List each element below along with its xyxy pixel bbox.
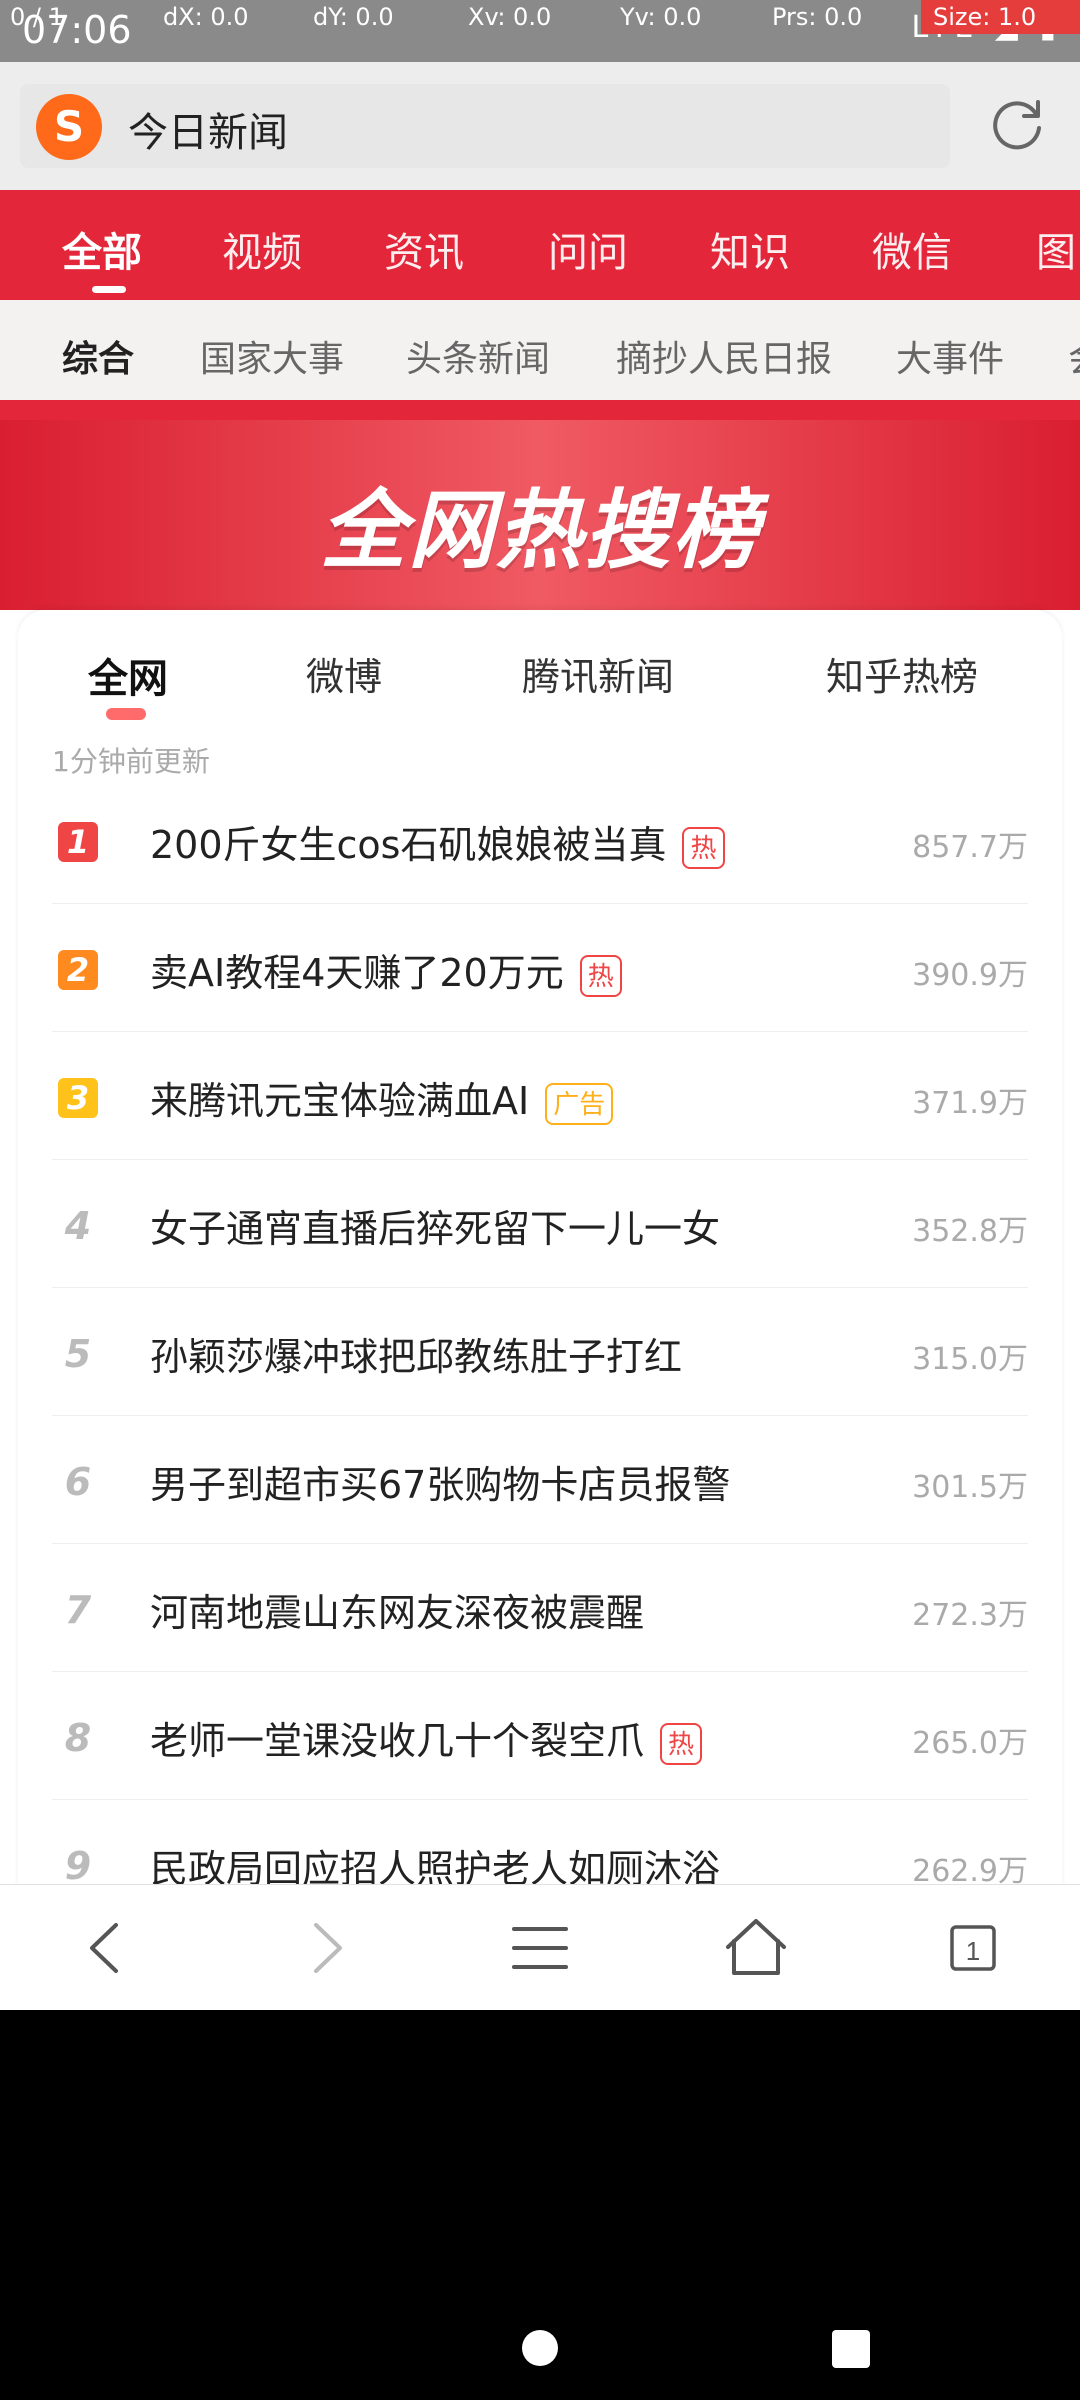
sub-tabs: 综合 国家大事 头条新闻 摘抄人民日报 大事件 会 — [0, 330, 1080, 380]
tab-wechat[interactable]: 微信 — [872, 220, 952, 278]
hot-item-title: 孙颖莎爆冲球把邱教练肚子打红 — [150, 1335, 683, 1379]
source-tabs: 全网 微博 腾讯新闻 知乎热榜 — [18, 646, 1062, 706]
search-box[interactable]: 今日新闻 — [20, 84, 950, 168]
hot-item-title: 卖AI教程4天赚了20万元 — [150, 951, 564, 995]
hot-list-item[interactable]: 3 来腾讯元宝体验满血AI 广告 371.9万 — [52, 1032, 1028, 1160]
refresh-icon[interactable] — [986, 94, 1048, 156]
status-bar: 07:06 LTE ◢ ▮ 0 / 1 dX: 0.0 dY: 0.0 Xv: … — [0, 0, 1080, 62]
system-nav-bar — [0, 2010, 1080, 2400]
hot-tag: 热 — [682, 826, 725, 869]
tab-video[interactable]: 视频 — [222, 220, 302, 278]
tab-ask[interactable]: 问问 — [548, 220, 628, 278]
rank-badge: 1 — [58, 822, 98, 862]
overlay-xv: Xv: 0.0 — [468, 3, 552, 31]
hot-list-item[interactable]: 7 河南地震山东网友深夜被震醒 272.3万 — [52, 1544, 1028, 1672]
category-tabs: 全部 视频 资讯 问问 知识 微信 图 — [0, 220, 1080, 280]
rank-number: 9 — [64, 1844, 92, 1888]
hot-list-item[interactable]: 6 男子到超市买67张购物卡店员报警 301.5万 — [52, 1416, 1028, 1544]
source-tab-indicator — [106, 708, 146, 720]
banner-title: 全网热搜榜 — [320, 481, 760, 581]
overlay-dy: dY: 0.0 — [313, 3, 394, 31]
rank-number: 8 — [64, 1716, 92, 1760]
tab-count: 1 — [966, 1936, 980, 1966]
nav-back-icon[interactable] — [190, 2322, 250, 2382]
subtab-general[interactable]: 综合 — [62, 330, 134, 382]
heat-value: 390.9万 — [912, 958, 1028, 993]
tab-image[interactable]: 图 — [1036, 220, 1076, 278]
heat-value: 857.7万 — [912, 830, 1028, 865]
update-time: 1分钟前更新 — [52, 745, 210, 778]
tab-knowledge[interactable]: 知识 — [710, 220, 790, 278]
search-text[interactable]: 今日新闻 — [128, 100, 288, 158]
hot-item-title: 男子到超市买67张购物卡店员报警 — [150, 1463, 731, 1507]
hot-list-item[interactable]: 8 老师一堂课没收几十个裂空爪热 265.0万 — [52, 1672, 1028, 1800]
heat-value: 371.9万 — [912, 1086, 1028, 1121]
rank-number: 6 — [64, 1460, 92, 1504]
pointer-location-overlay: 0 / 1 dX: 0.0 dY: 0.0 Xv: 0.0 Yv: 0.0 Pr… — [0, 0, 1080, 34]
overlay-pressure: Prs: 0.0 — [772, 3, 863, 31]
hot-item-title: 200斤女生cos石矶娘娘被当真 — [150, 823, 667, 867]
menu-icon[interactable] — [432, 1885, 648, 2010]
heat-value: 352.8万 — [912, 1214, 1028, 1249]
rank-badge: 2 — [58, 950, 98, 990]
nav-home-icon[interactable] — [510, 2322, 570, 2382]
subtab-national[interactable]: 国家大事 — [200, 330, 344, 382]
hot-list-item[interactable]: 5 孙颖莎爆冲球把邱教练肚子打红 315.0万 — [52, 1288, 1028, 1416]
home-icon[interactable] — [648, 1885, 864, 2010]
nav-recents-icon[interactable] — [822, 2322, 882, 2382]
overlay-size: Size: 1.0 — [921, 0, 1080, 34]
hot-item-title: 来腾讯元宝体验满血AI — [150, 1079, 530, 1123]
hot-item-title: 河南地震山东网友深夜被震醒 — [150, 1591, 645, 1635]
sub-tab-panel: 综合 国家大事 头条新闻 摘抄人民日报 大事件 会 — [0, 300, 1080, 400]
back-icon[interactable] — [0, 1885, 216, 2010]
heat-value: 272.3万 — [912, 1598, 1028, 1633]
source-tab-zhihu[interactable]: 知乎热榜 — [826, 646, 978, 701]
hot-list-item[interactable]: 4 女子通宵直播后猝死留下一儿一女 352.8万 — [52, 1160, 1028, 1288]
forward-icon[interactable] — [216, 1885, 432, 2010]
subtab-headlines[interactable]: 头条新闻 — [406, 330, 550, 382]
heat-value: 301.5万 — [912, 1470, 1028, 1505]
hot-tag: 热 — [660, 1722, 703, 1765]
source-tab-weibo[interactable]: 微博 — [306, 646, 382, 701]
heat-value: 315.0万 — [912, 1342, 1028, 1377]
tabs-icon[interactable]: 1 — [864, 1885, 1080, 2010]
source-tab-all[interactable]: 全网 — [88, 646, 168, 704]
source-tab-tencent[interactable]: 腾讯新闻 — [522, 646, 674, 701]
subtab-more[interactable]: 会 — [1068, 330, 1080, 382]
hot-list-card: 全网 微博 腾讯新闻 知乎热榜 1分钟前更新 1 200斤女生cos石矶娘娘被当… — [18, 610, 1062, 2010]
category-tab-indicator — [92, 286, 126, 293]
ad-tag: 广告 — [545, 1082, 614, 1125]
rank-number: 5 — [64, 1332, 92, 1376]
overlay-yv: Yv: 0.0 — [620, 3, 702, 31]
overlay-dx: dX: 0.0 — [163, 3, 249, 31]
hot-item-title: 老师一堂课没收几十个裂空爪 — [150, 1719, 645, 1763]
subtab-big-events[interactable]: 大事件 — [896, 330, 1004, 382]
rank-number: 4 — [64, 1204, 92, 1248]
hot-tag: 热 — [579, 954, 622, 997]
hot-list-item[interactable]: 2 卖AI教程4天赚了20万元热 390.9万 — [52, 904, 1028, 1032]
rank-number: 7 — [64, 1588, 92, 1632]
screen: 07:06 LTE ◢ ▮ 0 / 1 dX: 0.0 dY: 0.0 Xv: … — [0, 0, 1080, 2010]
hot-search-header: 全部 视频 资讯 问问 知识 微信 图 综合 国家大事 头条新闻 摘抄人民日报 … — [0, 190, 1080, 610]
overlay-pointer-count: 0 / 1 — [10, 3, 64, 31]
hot-list-item[interactable]: 1 200斤女生cos石矶娘娘被当真热 857.7万 — [52, 776, 1028, 904]
hot-item-title: 女子通宵直播后猝死留下一儿一女 — [150, 1207, 721, 1251]
tab-all[interactable]: 全部 — [62, 220, 142, 278]
subtab-peoples-daily[interactable]: 摘抄人民日报 — [616, 330, 832, 382]
sogou-logo-icon[interactable] — [36, 94, 102, 160]
tab-news[interactable]: 资讯 — [384, 220, 464, 278]
browser-toolbar: 1 — [0, 1884, 1080, 2010]
browser-top-bar: 今日新闻 — [0, 62, 1080, 190]
heat-value: 265.0万 — [912, 1726, 1028, 1761]
rank-badge: 3 — [58, 1078, 98, 1118]
